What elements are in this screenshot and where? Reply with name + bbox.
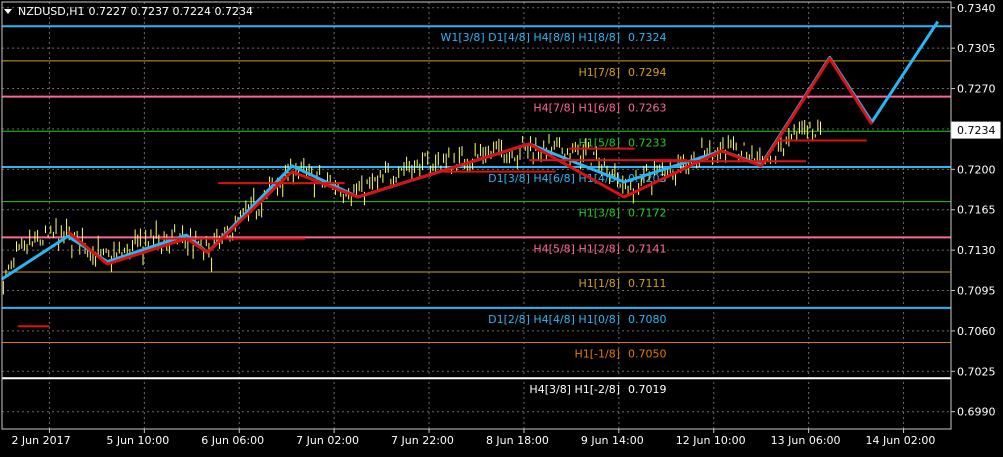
murrey-level-value: 0.7294	[628, 66, 667, 79]
x-tick-label: 14 Jun 02:00	[866, 434, 936, 447]
y-tick-label: 0.7165	[957, 204, 996, 217]
murrey-level-value: 0.7172	[628, 207, 667, 220]
murrey-level-label: W1[3/8] D1[4/8] H4[8/8] H1[8/8]	[440, 31, 620, 44]
y-tick-label: 0.7200	[957, 163, 996, 176]
murrey-level-value: 0.7263	[628, 102, 667, 115]
x-tick-label: 12 Jun 10:00	[676, 434, 746, 447]
murrey-level-label: H4[7/8] H1[6/8]	[533, 102, 620, 115]
murrey-level-label: H1[1/8]	[578, 277, 620, 290]
current-price-label: 0.7234	[957, 124, 996, 137]
x-tick-label: 8 Jun 18:00	[486, 434, 549, 447]
y-tick-label: 0.7130	[957, 244, 996, 257]
plot-area: 0.73400.73050.72700.72350.72000.71650.71…	[1, 1, 1001, 447]
y-tick-label: 0.7025	[957, 365, 996, 378]
murrey-level-value: 0.7050	[628, 347, 667, 360]
x-tick-label: 7 Jun 22:00	[391, 434, 454, 447]
murrey-level-label: H4[5/8] H1[2/8]	[533, 242, 620, 255]
y-tick-label: 0.7270	[957, 83, 996, 96]
plot-frame	[1, 1, 952, 430]
ohlc-values: 0.7227 0.7237 0.7224 0.7234	[88, 5, 253, 18]
x-tick-label: 13 Jun 06:00	[771, 434, 841, 447]
y-tick-label: 0.7060	[957, 325, 996, 338]
y-tick-label: 0.7340	[957, 2, 996, 15]
y-tick-label: 0.7305	[957, 42, 996, 55]
murrey-level-value: 0.7080	[628, 313, 667, 326]
x-tick-label: 9 Jun 14:00	[581, 434, 644, 447]
symbol-header[interactable]: NZDUSD,H1 0.7227 0.7237 0.7224 0.7234	[4, 5, 253, 18]
cyan-zigzag-line	[1, 20, 940, 281]
murrey-level-label: H1[-1/8]	[574, 347, 620, 360]
y-tick-label: 0.7095	[957, 285, 996, 298]
dropdown-triangle-icon[interactable]	[4, 9, 12, 14]
y-tick-label: 0.6990	[957, 406, 996, 419]
x-tick-label: 6 Jun 06:00	[201, 434, 264, 447]
murrey-level-value: 0.7111	[628, 277, 667, 290]
x-tick-label: 2 Jun 2017	[11, 434, 70, 447]
murrey-level-label: D1[2/8] H4[4/8] H1[0/8]	[488, 313, 620, 326]
murrey-level-value: 0.7324	[628, 31, 667, 44]
x-tick-label: 5 Jun 10:00	[106, 434, 169, 447]
murrey-level-label: H1[5/8]	[578, 136, 620, 149]
murrey-level-value: 0.7233	[628, 136, 667, 149]
symbol-timeframe: NZDUSD,H1	[18, 5, 85, 18]
murrey-level-value: 0.7141	[628, 242, 667, 255]
murrey-level-label: H1[7/8]	[578, 66, 620, 79]
murrey-level-label: H1[3/8]	[578, 207, 620, 220]
murrey-level-value: 0.7019	[628, 383, 667, 396]
chart: NZDUSD,H1 0.7227 0.7237 0.7224 0.7234 0.…	[0, 0, 1003, 453]
murrey-level-label: H4[3/8] H1[-2/8]	[529, 383, 620, 396]
x-tick-label: 7 Jun 02:00	[296, 434, 359, 447]
